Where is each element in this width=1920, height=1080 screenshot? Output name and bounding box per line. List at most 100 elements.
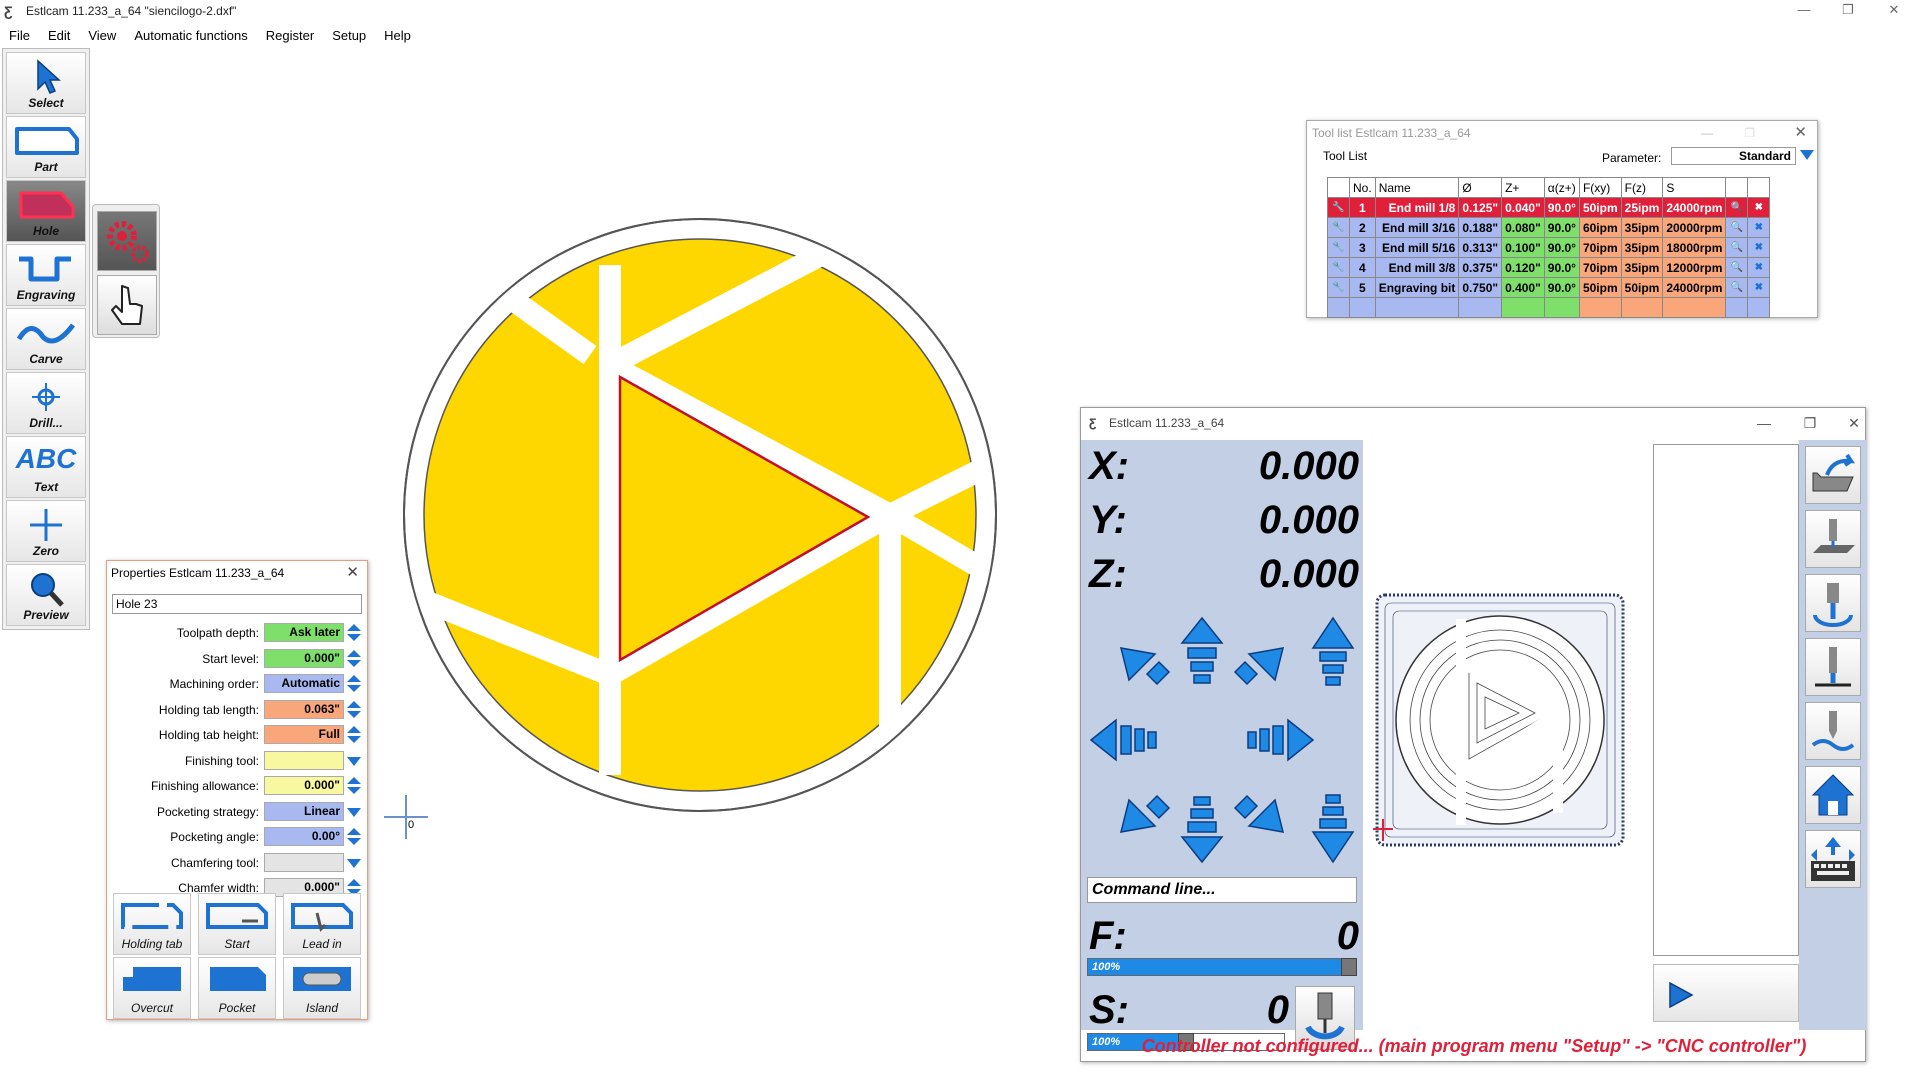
manual-select-button[interactable] [97, 275, 157, 335]
probe-surface-button[interactable] [1805, 510, 1861, 568]
tool-list-maximize-button[interactable]: ❐ [1744, 121, 1755, 145]
engraving-button[interactable]: Engraving [6, 244, 86, 306]
tool-list-minimize-button[interactable]: — [1701, 121, 1713, 145]
controller-close-button[interactable]: ✕ [1839, 408, 1869, 438]
tool-list-close-button[interactable]: ✕ [1794, 121, 1807, 145]
spinner-arrows-icon[interactable] [346, 675, 362, 693]
tool-length-button[interactable] [1805, 574, 1861, 632]
keyboard-jog-button[interactable] [1805, 830, 1861, 888]
tool-delete-icon[interactable]: ✖ [1747, 237, 1771, 258]
island-button[interactable]: Island [283, 957, 361, 1019]
spinner-arrows-icon[interactable] [346, 700, 362, 719]
object-name-field[interactable]: Hole 23 [112, 594, 362, 614]
dropdown-arrow-icon[interactable] [347, 756, 361, 766]
tool-row[interactable]: 🔧 4 End mill 3/8 0.375" 0.120" 90.0° 70ipm 35ip… [1327, 257, 1771, 278]
tool-edit-icon[interactable]: 🔧 [1327, 257, 1350, 278]
tool-edit-icon[interactable]: 🔧 [1327, 197, 1350, 218]
jog-right-icon[interactable] [1247, 718, 1315, 762]
property-value-field[interactable] [264, 852, 344, 872]
set-z-zero-button[interactable] [1805, 638, 1861, 696]
tool-search-icon[interactable]: 🔍 [1725, 237, 1749, 258]
tool-row[interactable]: 🔧 5 Engraving bit 0.750" 0.400" 90.0° 50ipm 50i… [1327, 277, 1771, 298]
dropdown-arrow-icon[interactable] [347, 807, 361, 817]
property-value-field[interactable]: 0.00° [264, 827, 344, 846]
text-button[interactable]: ABC Text [6, 436, 86, 498]
engrave-surface-button[interactable] [1805, 702, 1861, 760]
hole-button[interactable]: Hole [6, 180, 86, 242]
jog-left-icon[interactable] [1089, 718, 1157, 762]
select-button[interactable]: Select [6, 52, 86, 114]
property-value-field[interactable]: 0.063" [264, 699, 344, 719]
jog-up-right-icon[interactable] [1233, 647, 1285, 686]
jog-z-down-icon[interactable] [1311, 794, 1355, 864]
start-button[interactable]: Start [198, 893, 276, 955]
auto-settings-button[interactable] [97, 211, 157, 271]
empty-tool-row[interactable] [1327, 297, 1771, 318]
tool-search-icon[interactable]: 🔍 [1725, 217, 1749, 238]
tool-row[interactable]: 🔧 3 End mill 5/16 0.313" 0.100" 90.0° 70ipm 35i… [1327, 237, 1771, 258]
menu-register[interactable]: Register [257, 28, 323, 43]
jog-pad[interactable] [1087, 608, 1357, 872]
tool-edit-icon[interactable]: 🔧 [1327, 277, 1350, 298]
tool-delete-icon[interactable]: ✖ [1747, 197, 1771, 218]
job-list[interactable] [1653, 444, 1799, 956]
preview-button[interactable]: Preview [6, 564, 86, 626]
feed-override-slider[interactable]: 100% [1087, 958, 1357, 976]
tool-row[interactable]: 🔧 2 End mill 3/16 0.188" 0.080" 90.0° 60ipm 35i… [1327, 217, 1771, 238]
spinner-arrows-icon[interactable] [346, 649, 362, 668]
tool-delete-icon[interactable]: ✖ [1747, 277, 1771, 298]
properties-close-button[interactable]: ✕ [346, 561, 359, 585]
restore-button[interactable]: ❐ [1828, 0, 1868, 22]
spinner-arrows-icon[interactable] [346, 828, 362, 846]
command-line-input[interactable]: Command line... [1087, 877, 1357, 903]
jog-down-left-icon[interactable] [1119, 794, 1171, 833]
parameter-select[interactable]: Standard [1671, 147, 1796, 165]
menu-help[interactable]: Help [375, 28, 420, 43]
spinner-arrows-icon[interactable] [346, 726, 362, 744]
carve-button[interactable]: Carve [6, 308, 86, 370]
property-value-field[interactable] [264, 750, 344, 770]
property-value-field[interactable]: Ask later [264, 623, 344, 642]
drill-button[interactable]: Drill... [6, 372, 86, 434]
holding-tab-button[interactable]: Holding tab [113, 893, 191, 955]
zero-button[interactable]: Zero [6, 500, 86, 562]
parameter-dropdown-icon[interactable] [1800, 150, 1814, 160]
spinner-arrows-icon[interactable] [346, 777, 362, 795]
jog-up-left-icon[interactable] [1119, 647, 1171, 686]
overcut-button[interactable]: Overcut [113, 957, 191, 1019]
menu-edit[interactable]: Edit [39, 28, 79, 43]
feed-slider-handle[interactable] [1340, 958, 1357, 976]
property-value-field[interactable]: Automatic [264, 674, 344, 693]
tool-delete-icon[interactable]: ✖ [1747, 217, 1771, 238]
menu-setup[interactable]: Setup [323, 28, 375, 43]
property-value-field[interactable]: 0.000" [264, 648, 344, 668]
tool-delete-icon[interactable]: ✖ [1747, 257, 1771, 278]
menu-view[interactable]: View [79, 28, 125, 43]
jog-down-icon[interactable] [1180, 796, 1224, 864]
tool-edit-icon[interactable]: 🔧 [1327, 217, 1350, 238]
property-value-field[interactable]: 0.000" [264, 776, 344, 795]
menu-file[interactable]: File [0, 28, 39, 43]
minimize-button[interactable]: — [1784, 0, 1824, 22]
menu-automatic-functions[interactable]: Automatic functions [125, 28, 256, 43]
property-value-field[interactable]: Linear [264, 801, 344, 821]
tool-edit-icon[interactable]: 🔧 [1327, 237, 1350, 258]
tool-search-icon[interactable]: 🔍 [1725, 257, 1749, 278]
controller-minimize-button[interactable]: — [1749, 408, 1779, 438]
close-button[interactable]: ✕ [1874, 0, 1914, 22]
dropdown-arrow-icon[interactable] [347, 858, 361, 868]
open-file-button[interactable] [1805, 446, 1861, 504]
start-job-button[interactable] [1653, 964, 1799, 1022]
home-button[interactable] [1805, 766, 1861, 824]
pocket-button[interactable]: Pocket [198, 957, 276, 1019]
controller-maximize-button[interactable]: ❐ [1795, 408, 1825, 438]
spinner-arrows-icon[interactable] [346, 624, 362, 642]
drawing-canvas[interactable] [390, 215, 1010, 815]
lead-in-button[interactable]: Lead in [283, 893, 361, 955]
tool-row[interactable]: 🔧 1 End mill 1/8 0.125" 0.040" 90.0° 50ipm 25ip… [1327, 197, 1771, 218]
property-value-field[interactable]: Full [264, 725, 344, 744]
jog-up-icon[interactable] [1180, 616, 1224, 684]
jog-down-right-icon[interactable] [1233, 794, 1285, 833]
jog-z-up-icon[interactable] [1311, 616, 1355, 686]
tool-search-icon[interactable]: 🔍 [1725, 197, 1749, 218]
